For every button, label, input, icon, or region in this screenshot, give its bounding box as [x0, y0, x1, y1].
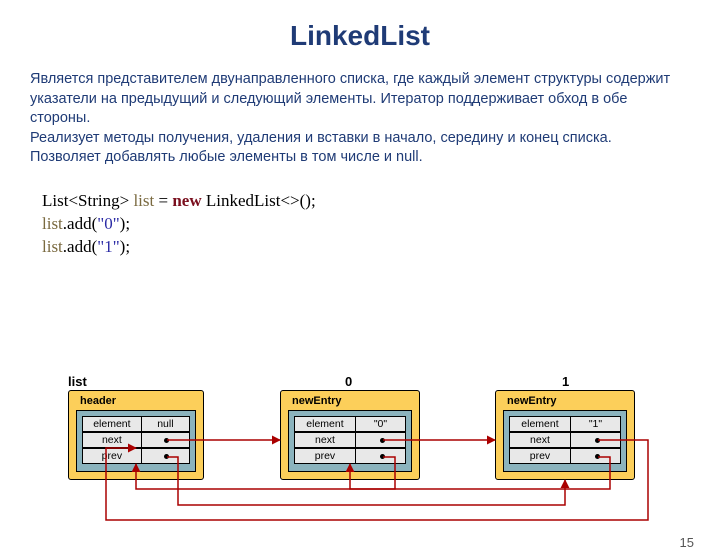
code-var: list [42, 214, 63, 233]
desc-p2: Реализует методы получения, удаления и в… [30, 129, 690, 149]
slide-number: 15 [680, 535, 694, 550]
desc-p1: Является представителем двунаправленного… [30, 70, 690, 129]
code-text: ); [120, 237, 130, 256]
slide-title: LinkedList [0, 20, 720, 52]
code-string: "0" [97, 214, 119, 233]
code-line-2: list.add("0"); [42, 213, 720, 236]
code-string: "1" [97, 237, 119, 256]
code-line-1: List<String> list = new LinkedList<>(); [42, 190, 720, 213]
code-line-3: list.add("1"); [42, 236, 720, 259]
code-text: LinkedList<>(); [202, 191, 316, 210]
code-block: List<String> list = new LinkedList<>(); … [42, 190, 720, 259]
desc-p3: Позволяет добавлять любые элементы в том… [30, 148, 690, 168]
code-text: ); [120, 214, 130, 233]
description-block: Является представителем двунаправленного… [30, 70, 690, 168]
code-text: List<String> [42, 191, 129, 210]
code-var: list [133, 191, 154, 210]
code-text: .add( [63, 214, 97, 233]
code-var: list [42, 237, 63, 256]
linked-list-diagram: list header element null next prev 0 new… [50, 370, 670, 530]
code-keyword: new [172, 191, 201, 210]
code-text: .add( [63, 237, 97, 256]
arrows-svg [50, 370, 670, 530]
code-text: = [154, 191, 172, 210]
